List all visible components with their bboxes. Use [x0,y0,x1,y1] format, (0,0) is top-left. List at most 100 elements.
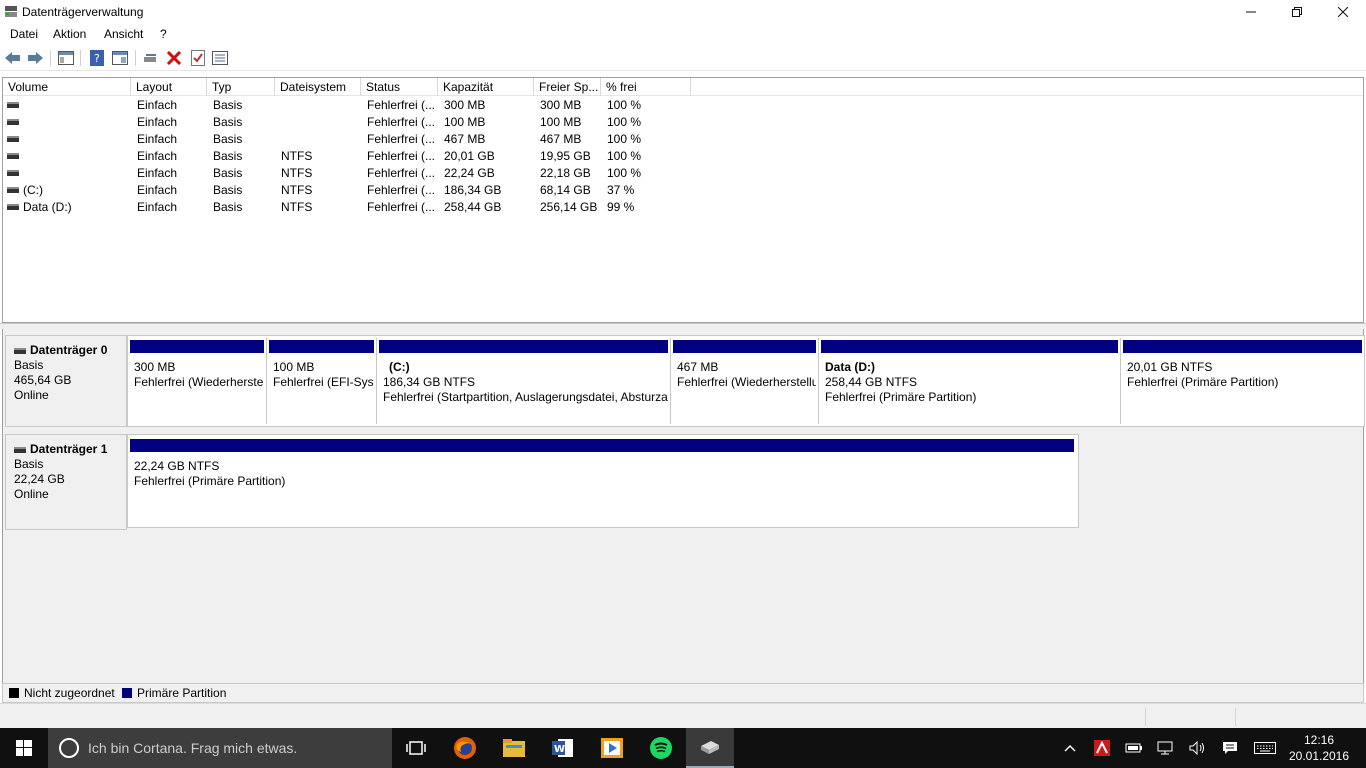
volume-icon [7,187,19,193]
volume-status: Fehlerfrei (... [367,98,436,112]
volume-icon [7,102,19,108]
volume-layout: Einfach [137,115,178,129]
disk-0-partitions: 300 MB Fehlerfrei (Wiederherstellungspar… [127,335,1365,427]
menu-bar: Datei Aktion Ansicht ? [0,24,1366,44]
help-icon: ? [90,50,104,66]
disk-icon [14,446,26,453]
volume-layout: Einfach [137,166,178,180]
minimize-button[interactable] [1228,0,1274,24]
delete-icon [167,51,181,65]
media-player-button[interactable] [588,728,636,768]
forward-button[interactable] [26,49,44,67]
column-typ[interactable]: Typ [207,78,275,96]
toolbar: ? [0,45,1366,71]
file-explorer-button[interactable] [490,728,538,768]
partition-recovery-1[interactable]: 300 MB Fehlerfrei (Wiederherstellungspar… [128,338,267,424]
start-button[interactable] [0,728,48,768]
legend-unallocated: Nicht zugeordnet [24,686,115,700]
column-freier-speicher[interactable]: Freier Sp... [534,78,601,96]
list-button[interactable] [211,49,229,67]
action-center-button[interactable] [1214,728,1246,768]
menu-help[interactable]: ? [160,27,167,41]
volume-row[interactable]: Einfach Basis NTFS Fehlerfrei (... 22,24… [3,165,703,182]
volume-kapazitaet: 186,34 GB [444,183,502,197]
svg-text:?: ? [94,52,100,65]
volume-tray-button[interactable] [1182,728,1214,768]
partition-ntfs-22gb[interactable]: 22,24 GB NTFS Fehlerfrei (Primäre Partit… [128,437,1076,525]
cortana-search-box[interactable]: Ich bin Cortana. Frag mich etwas. [48,728,392,768]
volume-status: Fehlerfrei (... [367,149,436,163]
clock-date: 20.01.2016 [1288,749,1350,763]
delete-button[interactable] [165,49,183,67]
partition-size: 100 MB [273,360,315,374]
partition-recovery-2[interactable]: 467 MB Fehlerfrei (Wiederherstellungspar… [671,338,819,424]
windows-logo-icon [16,740,32,756]
partition-efi[interactable]: 100 MB Fehlerfrei (EFI-Systempartition) [267,338,377,424]
clock[interactable]: 12:16 20.01.2016 [1284,732,1354,764]
partition-c[interactable]: (C:) 186,34 GB NTFS Fehlerfrei (Startpar… [377,338,671,424]
disk-1-label[interactable]: Datenträger 1 Basis 22,24 GB Online [5,434,127,530]
antivirus-tray-button[interactable] [1086,728,1118,768]
network-tray-button[interactable] [1150,728,1182,768]
partition-ntfs-20gb[interactable]: 20,01 GB NTFS Fehlerfrei (Primäre Partit… [1121,338,1364,424]
volume-list[interactable]: Volume Layout Typ Dateisystem Status Kap… [2,77,1364,323]
properties-button[interactable] [111,49,129,67]
close-icon [1338,7,1348,17]
column-layout[interactable]: Layout [131,78,207,96]
help-button[interactable]: ? [88,49,106,67]
keyboard-icon [1254,742,1276,754]
column-prozent-frei[interactable]: % frei [601,78,691,96]
battery-tray-button[interactable] [1118,728,1150,768]
menu-aktion[interactable]: Aktion [53,27,86,41]
word-button[interactable]: W [539,728,587,768]
disk-1-state: Online [14,487,49,501]
partition-size: 300 MB [134,360,176,374]
partition-type-bar [1123,340,1362,353]
column-status[interactable]: Status [361,78,438,96]
media-player-icon [601,738,623,758]
check-button[interactable] [189,49,207,67]
volume-row[interactable]: (C:) Einfach Basis NTFS Fehlerfrei (... … [3,182,703,199]
file-explorer-icon [503,739,525,757]
column-dateisystem[interactable]: Dateisystem [275,78,361,96]
column-volume[interactable]: Volume [3,78,131,96]
menu-ansicht[interactable]: Ansicht [104,27,143,41]
column-kapazitaet[interactable]: Kapazität [438,78,534,96]
volume-icon [7,153,19,159]
disk-0-label[interactable]: Datenträger 0 Basis 465,64 GB Online [5,335,127,427]
spotify-button[interactable] [637,728,685,768]
volume-row[interactable]: Einfach Basis Fehlerfrei (... 100 MB 100… [3,114,703,131]
volume-icon [7,204,19,210]
partition-type-bar [130,439,1074,452]
partition-status: Fehlerfrei (EFI-Systempartition) [273,375,374,389]
action-center-icon [1223,742,1237,754]
disk-0-type: Basis [14,358,44,372]
partition-status: Fehlerfrei (Primäre Partition) [825,390,977,404]
volume-row[interactable]: Einfach Basis Fehlerfrei (... 467 MB 467… [3,131,703,148]
connect-button[interactable] [142,49,160,67]
close-button[interactable] [1320,0,1366,24]
partition-type-bar [821,340,1118,353]
show-hidden-icons-button[interactable] [1054,728,1086,768]
volume-layout: Einfach [137,183,178,197]
volume-freier-speicher: 19,95 GB [540,149,591,163]
firefox-button[interactable] [441,728,489,768]
task-view-button[interactable] [392,728,440,768]
keyboard-tray-button[interactable] [1249,728,1281,768]
menu-datei[interactable]: Datei [10,27,38,41]
volume-name: (C:) [23,183,43,197]
battery-icon [1125,743,1142,753]
list-icon [212,51,228,65]
console-tree-button[interactable] [57,49,75,67]
volume-row[interactable]: Einfach Basis NTFS Fehlerfrei (... 20,01… [3,148,703,165]
back-button[interactable] [4,49,22,67]
partition-d[interactable]: Data (D:) 258,44 GB NTFS Fehlerfrei (Pri… [819,338,1121,424]
volume-row[interactable]: Einfach Basis Fehlerfrei (... 300 MB 300… [3,97,703,114]
volume-row[interactable]: Data (D:) Einfach Basis NTFS Fehlerfrei … [3,199,703,216]
partition-status: Fehlerfrei (Startpartition, Auslagerungs… [383,390,668,404]
disk-map: Datenträger 0 Basis 465,64 GB Online 300… [2,329,1365,683]
restore-button[interactable] [1274,0,1320,24]
disk-management-taskbar-button[interactable] [686,728,734,768]
volume-prozent-frei: 100 % [607,98,642,112]
volume-layout: Einfach [137,200,178,214]
